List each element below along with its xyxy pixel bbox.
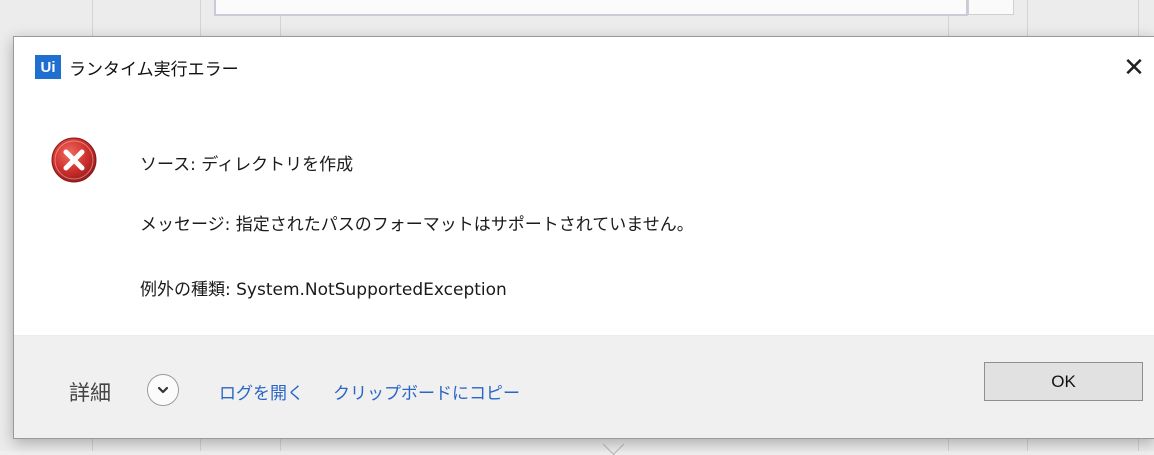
- uipath-logo-icon: Ui: [35, 55, 61, 79]
- close-button[interactable]: ✕: [1113, 47, 1154, 89]
- chevron-down-icon: [157, 386, 169, 394]
- copy-to-clipboard-link[interactable]: クリップボードにコピー: [333, 379, 520, 404]
- ok-button[interactable]: OK: [984, 362, 1143, 401]
- error-message-text: メッセージ: 指定されたパスのフォーマットはサポートされていません。: [140, 215, 694, 235]
- runtime-error-dialog: Ui ランタイム実行エラー ✕ ソース: ディレクトリを作成 メッセージ: 指定…: [13, 36, 1154, 439]
- dialog-title: ランタイム実行エラー: [69, 60, 239, 80]
- background-button: [968, 0, 1014, 15]
- error-source-text: ソース: ディレクトリを作成: [140, 155, 354, 175]
- details-toggle-button[interactable]: [147, 374, 179, 406]
- close-icon: ✕: [1123, 53, 1145, 83]
- title-bar: Ui ランタイム実行エラー ✕: [14, 37, 1154, 101]
- open-log-link[interactable]: ログを開く: [219, 379, 304, 404]
- exception-type-text: 例外の種類: System.NotSupportedException: [140, 280, 507, 300]
- background-input-field: [214, 0, 968, 16]
- details-label: 詳細: [69, 381, 111, 405]
- dialog-footer: 詳細 ログを開く クリップボードにコピー OK: [14, 335, 1154, 438]
- error-icon: [51, 137, 97, 183]
